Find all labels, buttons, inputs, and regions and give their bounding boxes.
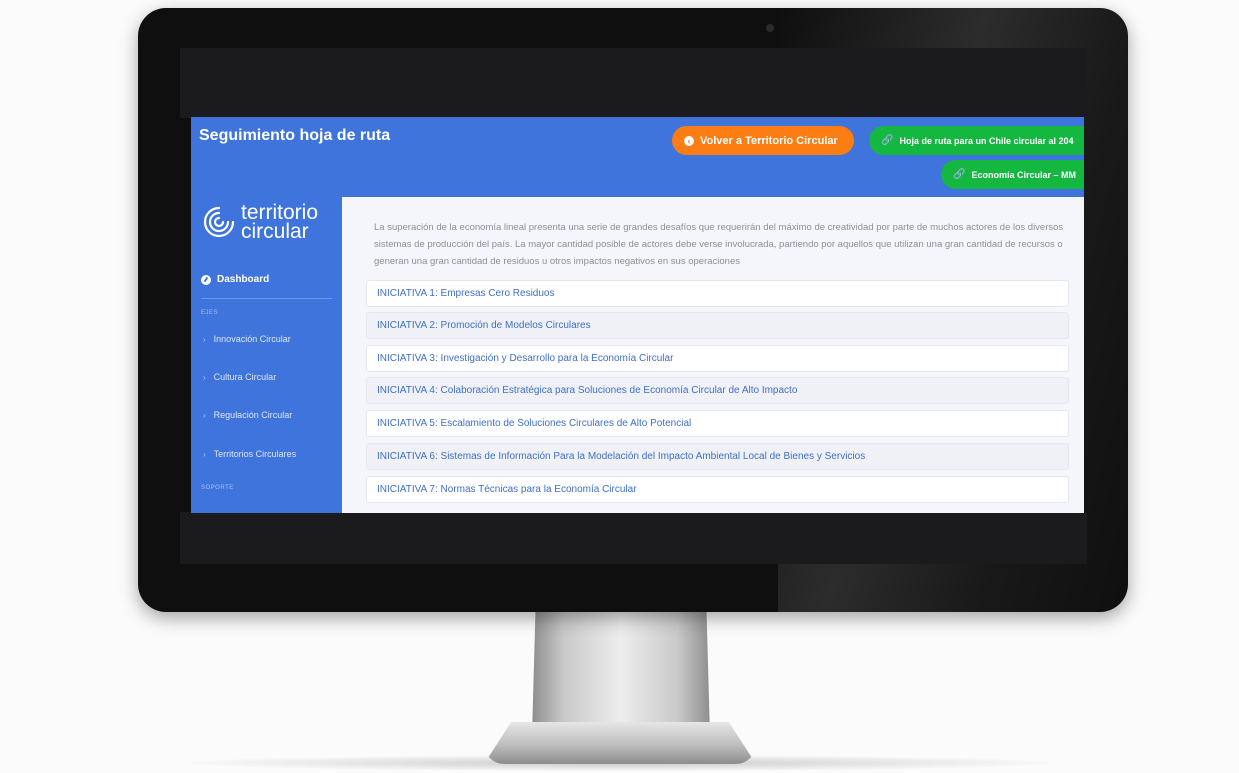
spiral-logo-icon <box>203 206 235 238</box>
initiative-label: INICIATIVA 2: Promoción de Modelos Circu… <box>377 320 591 331</box>
initiative-label: INICIATIVA 3: Investigación y Desarrollo… <box>377 353 674 364</box>
arrow-circle-left-icon: ‹ <box>684 135 694 146</box>
intro-paragraph: La superación de la economía lineal pres… <box>374 222 1064 267</box>
sidebar-item-innovacion[interactable]: › Innovación Circular <box>203 334 291 344</box>
initiative-item[interactable]: INICIATIVA 4: Colaboración Estratégica p… <box>366 377 1069 404</box>
gauge-icon <box>201 274 211 285</box>
logo-text-line2: circular <box>241 220 309 243</box>
sidebar-item-cultura[interactable]: › Cultura Circular <box>203 372 276 382</box>
sidebar-divider <box>201 298 332 299</box>
link-icon: 🔗 <box>953 169 966 180</box>
sidebar-item-regulacion[interactable]: › Regulación Circular <box>203 410 292 420</box>
monitor-stand-neck <box>532 608 710 736</box>
sidebar-item-label: Dashboard <box>217 274 270 285</box>
screen-top-area <box>180 48 1087 118</box>
initiative-label: INICIATIVA 1: Empresas Cero Residuos <box>377 288 555 299</box>
initiative-item[interactable]: INICIATIVA 2: Promoción de Modelos Circu… <box>366 312 1069 339</box>
initiative-item[interactable]: INICIATIVA 1: Empresas Cero Residuos <box>366 280 1069 307</box>
sidebar-section-ejes: EJES <box>201 310 219 316</box>
chevron-right-icon: › <box>203 334 206 344</box>
initiative-item[interactable]: INICIATIVA 6: Sistemas de Información Pa… <box>366 443 1069 470</box>
page-title: Seguimiento hoja de ruta <box>199 127 391 144</box>
initiative-item[interactable]: INICIATIVA 5: Escalamiento de Soluciones… <box>366 410 1069 437</box>
chevron-right-icon: › <box>203 372 206 382</box>
initiative-item[interactable]: INICIATIVA 3: Investigación y Desarrollo… <box>366 345 1069 372</box>
initiative-label: INICIATIVA 5: Escalamiento de Soluciones… <box>377 418 692 429</box>
chevron-right-icon: › <box>203 449 206 459</box>
screen-bottom-area <box>180 512 1087 564</box>
initiative-label: INICIATIVA 6: Sistemas de Información Pa… <box>377 451 866 462</box>
initiative-item[interactable]: INICIATIVA 7: Normas Técnicas para la Ec… <box>366 476 1069 503</box>
initiative-label: INICIATIVA 7: Normas Técnicas para la Ec… <box>377 484 637 495</box>
economia-link-label: Economía Circular – MM <box>971 169 1076 180</box>
web-app-viewport: Seguimiento hoja de ruta ‹ Volver a Terr… <box>191 117 1084 513</box>
main-content: La superación de la economía lineal pres… <box>342 197 1084 513</box>
sidebar-item-label: Cultura Circular <box>213 372 277 382</box>
sidebar-item-dashboard[interactable]: Dashboard <box>201 274 269 285</box>
roadmap-link-button[interactable]: 🔗 Hoja de ruta para un Chile circular al… <box>869 126 1084 155</box>
sidebar-section-soporte: SOPORTE <box>201 485 234 491</box>
economia-circular-link-button[interactable]: 🔗 Economía Circular – MM <box>941 160 1084 189</box>
initiative-label: INICIATIVA 4: Colaboración Estratégica p… <box>377 385 798 396</box>
roadmap-link-label: Hoja de ruta para un Chile circular al 2… <box>899 135 1074 146</box>
sidebar-item-label: Territorios Circulares <box>213 449 297 459</box>
camera-dot <box>766 24 774 32</box>
sidebar-item-label: Innovación Circular <box>213 334 291 344</box>
sidebar-item-territorios[interactable]: › Territorios Circulares <box>203 449 296 459</box>
link-icon: 🔗 <box>881 135 894 146</box>
back-button-label: Volver a Territorio Circular <box>700 134 838 147</box>
monitor-stand-base <box>484 722 756 764</box>
territorio-circular-logo[interactable]: territorio circular <box>201 202 318 243</box>
sidebar-item-label: Regulación Circular <box>213 410 293 420</box>
sidebar: territorio circular Dashboard EJES › Inn… <box>191 197 342 513</box>
back-to-territorio-button[interactable]: ‹ Volver a Territorio Circular <box>672 126 854 155</box>
chevron-right-icon: › <box>203 410 206 420</box>
top-header-bar: Seguimiento hoja de ruta ‹ Volver a Terr… <box>191 117 1084 197</box>
